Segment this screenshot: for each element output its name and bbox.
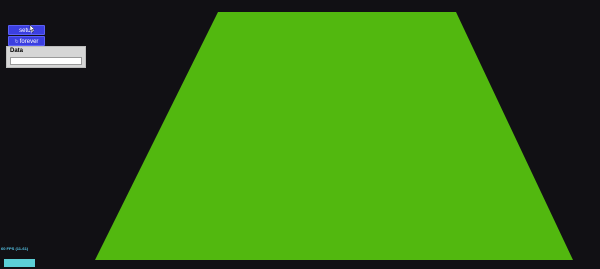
app-stage: setup ↻forever Data 60 FPS (11-61)	[0, 0, 600, 269]
data-panel-label: Data	[10, 48, 24, 54]
scene-canvas[interactable]	[0, 0, 600, 269]
data-input[interactable]	[10, 57, 82, 65]
fps-graph-bar	[4, 259, 35, 267]
fps-readout: 60 FPS (11-61)	[1, 246, 29, 251]
forever-button[interactable]: ↻forever	[8, 36, 45, 46]
forever-button-label: forever	[19, 39, 39, 45]
setup-button[interactable]: setup	[8, 25, 45, 35]
loop-icon: ↻	[14, 39, 19, 45]
data-panel: Data	[6, 46, 86, 68]
mouse-cursor-icon	[29, 25, 35, 33]
